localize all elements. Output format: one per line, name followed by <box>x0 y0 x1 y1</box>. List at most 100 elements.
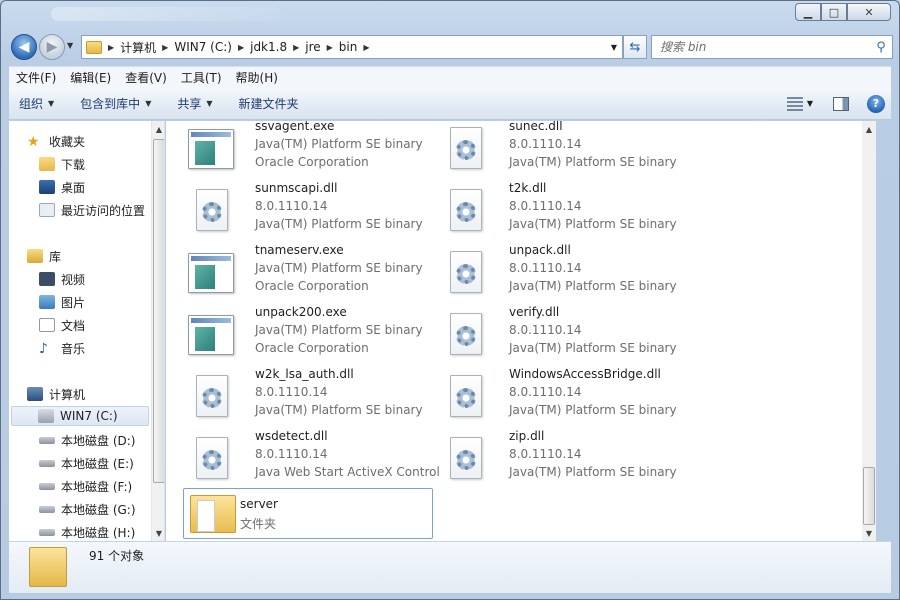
menu-tools[interactable]: 工具(T) <box>174 69 229 86</box>
help-icon[interactable]: ? <box>867 94 885 113</box>
chevron-right-icon[interactable]: ▶ <box>293 43 299 52</box>
dll-gear-icon <box>450 127 482 169</box>
organize-label: 组织 <box>19 97 44 111</box>
nav-drive-d[interactable]: 本地磁盘 (D:) <box>39 430 135 450</box>
dll-gear-icon <box>450 375 482 417</box>
file-tile[interactable]: w2k_lsa_auth.dll 8.0.1110.14 Java(TM) Pl… <box>182 367 432 427</box>
refresh-icon[interactable]: ⇆ <box>623 35 647 59</box>
file-description: Java(TM) Platform SE binary <box>255 261 423 275</box>
file-name: wsdetect.dll <box>255 429 328 443</box>
breadcrumb-drive[interactable]: WIN7 (C:) <box>174 40 232 54</box>
nav-drive-g[interactable]: 本地磁盘 (G:) <box>39 499 136 519</box>
nav-recent[interactable]: 最近访问的位置 <box>39 200 145 220</box>
chevron-right-icon[interactable]: ▶ <box>238 43 244 52</box>
menu-edit[interactable]: 编辑(E) <box>63 69 118 86</box>
nav-drive-h[interactable]: 本地磁盘 (H:) <box>39 522 135 541</box>
nav-scrollbar[interactable]: ▲ ▼ <box>151 121 164 541</box>
file-tile[interactable]: zip.dll 8.0.1110.14 Java(TM) Platform SE… <box>436 429 686 489</box>
dll-gear-icon <box>450 189 482 231</box>
nav-drive-f-label: 本地磁盘 (F:) <box>61 479 133 494</box>
nav-drive-h-label: 本地磁盘 (H:) <box>61 525 136 540</box>
organize-button[interactable]: 组织 ▼ <box>9 95 63 112</box>
search-icon[interactable]: ⚲ <box>870 40 892 55</box>
nav-drive-e-label: 本地磁盘 (E:) <box>61 456 134 471</box>
preview-pane-icon[interactable] <box>833 96 849 111</box>
menu-help[interactable]: 帮助(H) <box>229 69 285 86</box>
nav-drive-e[interactable]: 本地磁盘 (E:) <box>39 453 134 473</box>
file-tile[interactable]: ssvagent.exe Java(TM) Platform SE binary… <box>182 121 432 179</box>
search-box[interactable]: ⚲ <box>651 35 893 59</box>
file-tile[interactable]: wsdetect.dll 8.0.1110.14 Java Web Start … <box>182 429 440 489</box>
nav-documents[interactable]: 文档 <box>39 315 85 335</box>
content-scroll-thumb[interactable] <box>863 467 875 525</box>
address-dropdown-icon[interactable]: ▼ <box>606 36 622 58</box>
file-tile[interactable]: sunec.dll 8.0.1110.14 Java(TM) Platform … <box>436 121 686 179</box>
documents-icon <box>39 318 55 332</box>
chevron-right-icon[interactable]: ▶ <box>162 43 168 52</box>
breadcrumb-jdk[interactable]: jdk1.8 <box>250 40 287 54</box>
chevron-right-icon[interactable]: ▶ <box>363 43 369 52</box>
scroll-up-icon[interactable]: ▲ <box>152 121 164 137</box>
back-button[interactable]: ◀ <box>11 34 37 60</box>
nav-scroll-thumb[interactable] <box>153 139 164 483</box>
scroll-up-icon[interactable]: ▲ <box>862 121 876 137</box>
file-version: 8.0.1110.14 <box>255 199 328 213</box>
menu-view[interactable]: 查看(V) <box>118 69 174 86</box>
minimize-button[interactable]: ▁ <box>795 3 821 21</box>
file-name: sunmscapi.dll <box>255 181 338 195</box>
nav-computer[interactable]: 计算机 <box>27 384 85 404</box>
nav-desktop[interactable]: 桌面 <box>39 177 85 197</box>
change-view-icon[interactable] <box>786 96 803 111</box>
file-name: t2k.dll <box>509 181 547 195</box>
file-version: 8.0.1110.14 <box>509 137 582 151</box>
forward-button[interactable]: ▶ <box>39 34 65 60</box>
new-folder-button[interactable]: 新建文件夹 <box>230 95 308 112</box>
file-name: sunec.dll <box>509 121 563 133</box>
content-scrollbar[interactable]: ▲ ▼ <box>862 121 876 541</box>
file-tile[interactable]: tnameserv.exe Java(TM) Platform SE binar… <box>182 243 432 303</box>
file-description: Java(TM) Platform SE binary <box>509 341 677 355</box>
nav-music[interactable]: ♪ 音乐 <box>39 338 85 358</box>
file-tile[interactable]: unpack200.exe Java(TM) Platform SE binar… <box>182 305 432 365</box>
nav-pictures[interactable]: 图片 <box>39 292 85 312</box>
file-name: unpack200.exe <box>255 305 347 319</box>
nav-computer-label: 计算机 <box>49 387 86 402</box>
breadcrumb-jre[interactable]: jre <box>305 40 320 54</box>
breadcrumb-computer[interactable]: 计算机 <box>120 39 156 56</box>
scroll-down-icon[interactable]: ▼ <box>152 525 164 541</box>
menu-file[interactable]: 文件(F) <box>9 69 63 86</box>
maximize-button[interactable]: □ <box>821 3 847 21</box>
file-company: Oracle Corporation <box>255 279 369 293</box>
share-button[interactable]: 共享 ▼ <box>168 95 221 112</box>
share-label: 共享 <box>177 97 202 111</box>
file-tile[interactable]: verify.dll 8.0.1110.14 Java(TM) Platform… <box>436 305 686 365</box>
nav-drive-g-label: 本地磁盘 (G:) <box>61 502 136 517</box>
address-bar[interactable]: ▶ 计算机 ▶ WIN7 (C:) ▶ jdk1.8 ▶ jre ▶ bin ▶… <box>81 35 623 59</box>
library-icon <box>27 249 43 263</box>
chevron-right-icon[interactable]: ▶ <box>327 43 333 52</box>
file-tile[interactable]: unpack.dll 8.0.1110.14 Java(TM) Platform… <box>436 243 686 303</box>
file-tile[interactable]: WindowsAccessBridge.dll 8.0.1110.14 Java… <box>436 367 686 427</box>
folder-tile-server[interactable]: server 文件夹 <box>183 488 433 539</box>
chevron-down-icon: ▼ <box>145 99 152 108</box>
chevron-down-icon[interactable]: ▼ <box>807 99 813 108</box>
chevron-right-icon[interactable]: ▶ <box>108 43 114 52</box>
nav-libraries[interactable]: 库 <box>27 246 61 266</box>
disk-drive-icon <box>39 436 55 444</box>
nav-downloads[interactable]: 下载 <box>39 154 85 174</box>
close-button[interactable]: ✕ <box>847 3 891 21</box>
history-dropdown-icon[interactable]: ▼ <box>67 41 73 50</box>
disk-drive-icon <box>39 459 55 467</box>
nav-videos[interactable]: 视频 <box>39 269 85 289</box>
windows-drive-icon <box>38 409 54 423</box>
nav-drive-c[interactable]: WIN7 (C:) <box>11 406 149 426</box>
file-tile[interactable]: t2k.dll 8.0.1110.14 Java(TM) Platform SE… <box>436 181 686 241</box>
include-library-button[interactable]: 包含到库中 ▼ <box>71 95 160 112</box>
file-tile[interactable]: sunmscapi.dll 8.0.1110.14 Java(TM) Platf… <box>182 181 432 241</box>
nav-favorites[interactable]: ★ 收藏夹 <box>27 131 85 151</box>
search-input[interactable] <box>652 37 870 57</box>
nav-drive-f[interactable]: 本地磁盘 (F:) <box>39 476 132 496</box>
breadcrumb-bin[interactable]: bin <box>339 40 358 54</box>
scroll-down-icon[interactable]: ▼ <box>862 525 876 541</box>
navigation-pane: ★ 收藏夹 下载 桌面 最近访问的位置 库 视频 图片 文档 ♪ 音乐 计算机 … <box>9 121 165 541</box>
